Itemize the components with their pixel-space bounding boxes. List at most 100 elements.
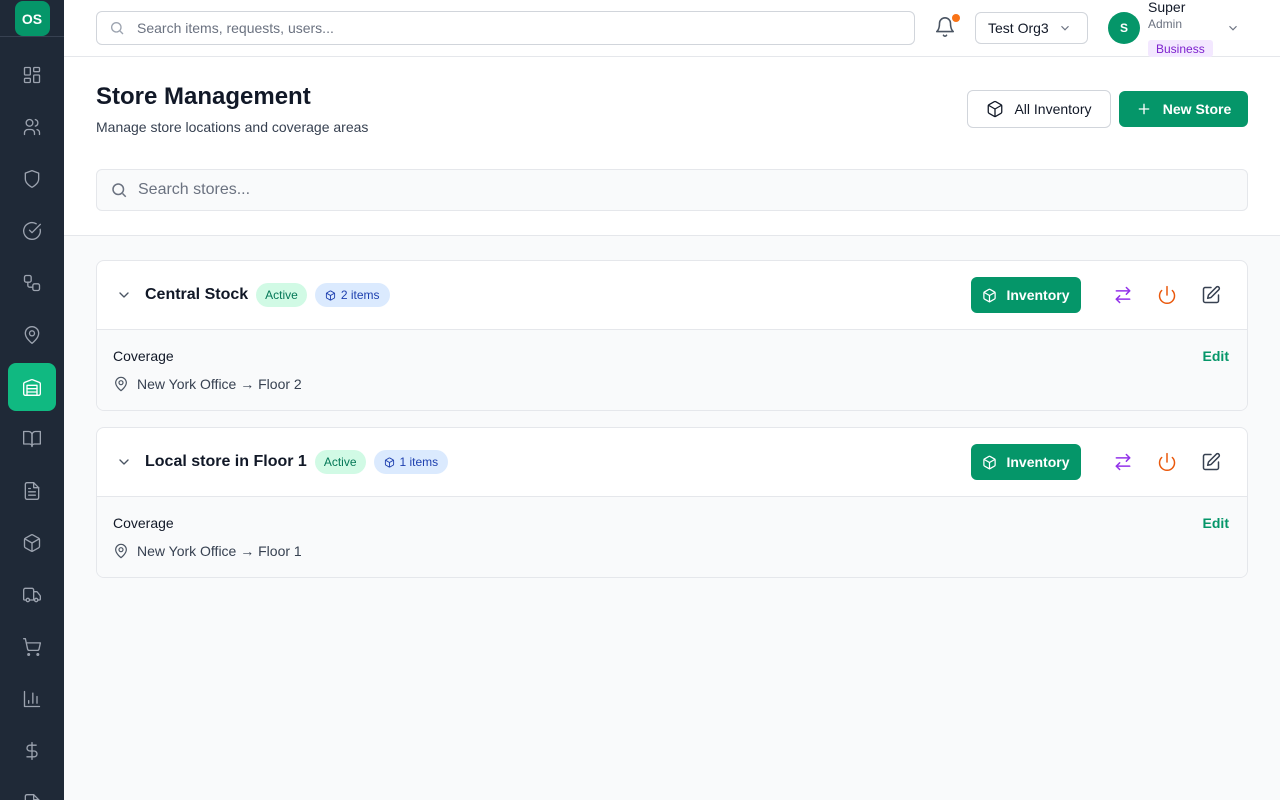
sidebar-item-finance[interactable] [8,727,56,775]
user-name: Super [1148,0,1186,15]
package-icon [384,456,394,468]
check-circle-icon [23,221,41,240]
map-pin-icon [115,543,127,559]
all-inventory-button[interactable]: All Inventory [967,90,1111,128]
inventory-label: Inventory [1006,287,1070,303]
logo-area: OS [0,0,64,37]
chevron-down-icon [1060,25,1069,31]
coverage-location: New York Office → Floor 2 [113,376,302,392]
sidebar-nav [0,51,64,800]
status-badge: Active [256,283,307,307]
store-card-header[interactable]: Central Stock Active 2 items Inventory [97,261,1247,330]
sidebar-item-locations[interactable] [8,311,56,359]
sidebar: OS [0,0,64,800]
truck-icon [23,587,41,603]
items-count-label: 2 items [340,288,380,302]
power-icon [1158,285,1176,305]
cart-icon [23,638,42,656]
transfer-button[interactable] [1107,279,1139,311]
book-open-icon [23,430,41,448]
notifications-button[interactable] [934,14,960,38]
edit-coverage-link[interactable]: Edit [1203,515,1229,531]
sidebar-item-documents[interactable] [8,467,56,515]
store-name: Central Stock [145,286,249,303]
edit-store-button[interactable] [1195,446,1227,478]
search-icon [112,183,127,198]
all-inventory-label: All Inventory [1014,101,1092,117]
power-icon [1158,452,1176,472]
user-role: Admin [1148,17,1183,31]
map-pin-icon [24,326,40,344]
package-icon [983,288,997,302]
status-badge: Active [314,450,366,474]
toggle-status-button[interactable] [1151,446,1183,478]
coverage-location-text: New York Office → Floor 2 [137,376,302,392]
inventory-button[interactable]: Inventory [971,444,1081,480]
store-actions: Inventory [971,444,1227,480]
inventory-label: Inventory [1006,454,1070,470]
user-menu-chevron-icon[interactable] [1226,21,1240,35]
store-card-body: Coverage Edit New York Office → Floor 1 [97,497,1247,577]
sidebar-item-shipping[interactable] [8,571,56,619]
global-search-input[interactable] [137,20,877,36]
store-actions: Inventory [971,277,1227,313]
sidebar-item-security[interactable] [8,155,56,203]
edit-icon [1202,452,1221,471]
notification-dot [952,14,960,22]
toggle-status-button[interactable] [1151,279,1183,311]
chevron-down-icon[interactable] [116,287,132,303]
page-title: Store Management [96,83,311,110]
sidebar-item-orders[interactable] [8,623,56,671]
store-card: Local store in Floor 1 Active 1 items In… [96,427,1248,578]
sidebar-item-users[interactable] [8,103,56,151]
store-card-body: Coverage Edit New York Office → Floor 2 [97,330,1247,410]
page-header: Store Management Manage store locations … [64,57,1280,236]
new-store-label: New Store [1162,101,1232,117]
sidebar-item-workflows[interactable] [8,259,56,307]
transfer-button[interactable] [1107,446,1139,478]
store-name: Local store in Floor 1 [145,453,307,470]
store-search-input[interactable] [138,181,1218,199]
sidebar-item-more[interactable] [8,779,56,800]
search-icon [111,22,124,35]
app-logo[interactable]: OS [14,1,50,36]
sidebar-item-dashboard[interactable] [8,51,56,99]
grid-icon [23,66,41,84]
package-icon [983,455,997,469]
coverage-location-text: New York Office → Floor 1 [137,543,302,559]
page-subtitle: Manage store locations and coverage area… [96,119,369,135]
edit-coverage-link[interactable]: Edit [1203,348,1229,364]
package-icon [988,100,1003,118]
plan-badge: Business [1148,40,1213,57]
top-bar: Test Org3 S Super Admin Business [64,0,1280,57]
chevron-down-icon[interactable] [116,454,132,470]
items-count-badge: 1 items [373,450,449,474]
sidebar-item-tasks[interactable] [8,207,56,255]
store-card-header[interactable]: Local store in Floor 1 Active 1 items In… [97,428,1247,497]
edit-store-button[interactable] [1195,279,1227,311]
sidebar-item-reports[interactable] [8,675,56,723]
plus-icon [1138,103,1150,115]
sidebar-item-stores[interactable] [8,363,56,411]
sidebar-item-catalog[interactable] [8,415,56,463]
items-count-badge: 2 items [314,283,390,307]
map-pin-icon [115,376,127,392]
bar-chart-icon [23,690,41,708]
coverage-location: New York Office → Floor 1 [113,543,302,559]
global-search [96,11,915,45]
file-text-icon [24,482,40,500]
workflow-icon [23,274,41,292]
org-select[interactable]: Test Org3 [975,12,1088,44]
user-avatar[interactable]: S [1108,12,1140,44]
items-count-label: 1 items [399,455,439,469]
coverage-label: Coverage [113,515,174,531]
edit-icon [1202,285,1221,304]
users-icon [23,118,41,136]
transfer-icon [1115,286,1131,304]
shield-icon [24,170,40,188]
sidebar-item-inventory[interactable] [8,519,56,567]
new-store-button[interactable]: New Store [1119,91,1248,127]
inventory-button[interactable]: Inventory [971,277,1081,313]
package-icon [23,534,41,552]
coverage-label: Coverage [113,348,174,364]
